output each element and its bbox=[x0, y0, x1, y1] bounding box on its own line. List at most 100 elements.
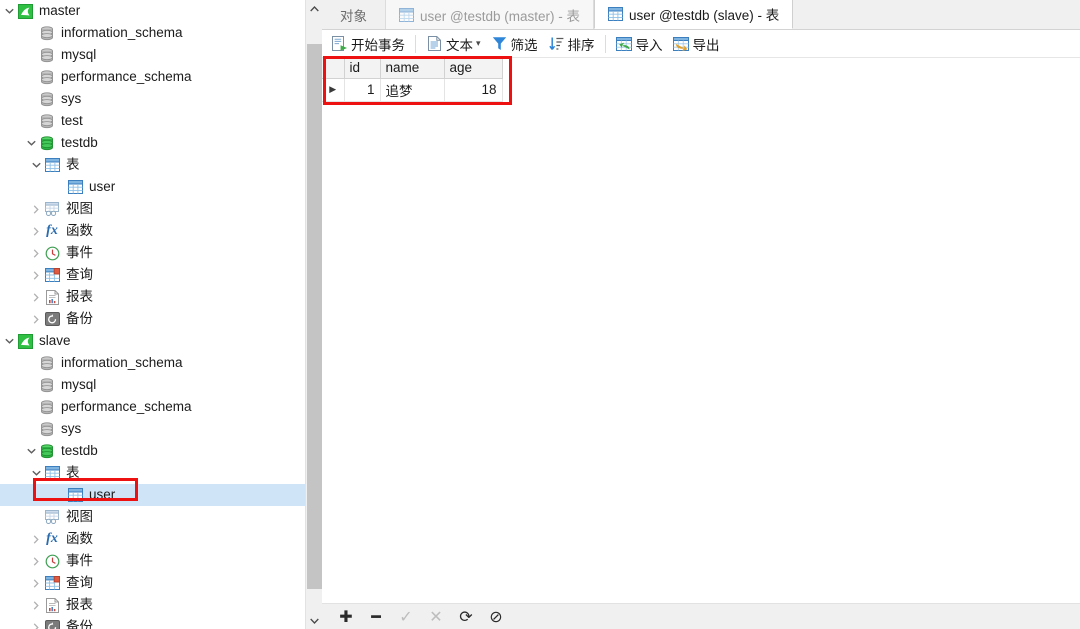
event-icon bbox=[43, 245, 61, 261]
tree-node-事件[interactable]: 事件 bbox=[0, 242, 305, 264]
grid-action-toolbar[interactable]: 开始事务 文本 ▾ 筛选 排序 导入 导出 bbox=[322, 30, 1080, 57]
sidebar-scrollbar[interactable] bbox=[305, 0, 323, 629]
tree-node-报表[interactable]: 报表 bbox=[0, 286, 305, 308]
twisty-right-icon[interactable] bbox=[29, 204, 43, 214]
grid-body[interactable]: ▶ 1 追梦 18 bbox=[322, 78, 503, 102]
twisty-down-icon[interactable] bbox=[24, 448, 38, 454]
cancel-icon: ✕ bbox=[429, 608, 443, 626]
twisty-right-icon[interactable] bbox=[29, 622, 43, 629]
remove-icon[interactable]: ━ bbox=[365, 606, 387, 628]
tab-label: user @testdb (slave) - 表 bbox=[629, 8, 780, 23]
stop-icon[interactable]: ⊘ bbox=[485, 606, 507, 628]
database-icon bbox=[38, 25, 56, 41]
database-icon bbox=[38, 355, 56, 371]
grid-column-header-age[interactable]: age bbox=[444, 58, 503, 79]
table-folder-icon bbox=[43, 465, 61, 481]
tree-node-查询[interactable]: 查询 bbox=[0, 264, 305, 286]
twisty-right-icon[interactable] bbox=[29, 578, 43, 588]
filter-icon bbox=[491, 36, 508, 52]
tree-node-performance_schema[interactable]: performance_schema bbox=[0, 66, 305, 88]
tree-node-表[interactable]: 表 bbox=[0, 154, 305, 176]
grid-column-header-name[interactable]: name bbox=[380, 58, 445, 79]
tree-node-master[interactable]: master bbox=[0, 0, 305, 22]
twisty-right-icon[interactable] bbox=[29, 534, 43, 544]
twisty-right-icon[interactable] bbox=[29, 270, 43, 280]
row-marker-icon[interactable]: ▶ bbox=[322, 78, 345, 102]
twisty-right-icon[interactable] bbox=[29, 314, 43, 324]
twisty-right-icon[interactable] bbox=[29, 292, 43, 302]
database-icon bbox=[38, 69, 56, 85]
tree-node-test[interactable]: test bbox=[0, 110, 305, 132]
tree-node-函数[interactable]: fx 函数 bbox=[0, 220, 305, 242]
toolbar-button-文本[interactable]: 文本 ▾ bbox=[421, 32, 486, 56]
twisty-down-icon[interactable] bbox=[29, 470, 43, 476]
record-navigation-toolbar[interactable]: ✚ ━ ✓ ✕ ⟳ ⊘ bbox=[322, 603, 1080, 629]
toolbar-button-开始事务[interactable]: 开始事务 bbox=[326, 32, 410, 56]
tree-node-label: performance_schema bbox=[61, 69, 192, 84]
tab-objects-0[interactable]: 对象 bbox=[322, 0, 385, 29]
tree-node-performance_schema[interactable]: performance_schema bbox=[0, 396, 305, 418]
twisty-down-icon[interactable] bbox=[29, 162, 43, 168]
tree-node-information_schema[interactable]: information_schema bbox=[0, 352, 305, 374]
twisty-right-icon[interactable] bbox=[29, 248, 43, 258]
sort-icon bbox=[548, 36, 565, 52]
tree-node-视图[interactable]: 视图 bbox=[0, 198, 305, 220]
tree-node-备份[interactable]: 备份 bbox=[0, 616, 305, 629]
tree-node-label: slave bbox=[39, 333, 71, 348]
tree-node-sys[interactable]: sys bbox=[0, 418, 305, 440]
tree-node-label: 视图 bbox=[66, 201, 93, 216]
toolbar-separator bbox=[415, 34, 416, 53]
tree-node-label: mysql bbox=[61, 47, 97, 62]
text-icon bbox=[426, 36, 443, 52]
grid-column-header-id[interactable]: id bbox=[344, 58, 381, 79]
chevron-down-icon[interactable]: ▾ bbox=[476, 38, 481, 49]
toolbar-button-排序[interactable]: 排序 bbox=[543, 32, 600, 56]
refresh-icon[interactable]: ⟳ bbox=[455, 606, 477, 628]
add-icon[interactable]: ✚ bbox=[335, 606, 357, 628]
tree-node-slave[interactable]: slave bbox=[0, 330, 305, 352]
twisty-down-icon[interactable] bbox=[2, 338, 16, 344]
twisty-down-icon[interactable] bbox=[24, 140, 38, 146]
tree-node-user[interactable]: user bbox=[0, 484, 305, 506]
grid-corner-cell[interactable] bbox=[322, 58, 345, 79]
grid-row[interactable]: ▶ 1 追梦 18 bbox=[322, 78, 503, 102]
tree-node-testdb[interactable]: testdb bbox=[0, 132, 305, 154]
twisty-right-icon[interactable] bbox=[29, 600, 43, 610]
twisty-right-icon[interactable] bbox=[29, 226, 43, 236]
scroll-down-arrow-icon[interactable] bbox=[306, 612, 323, 629]
query-icon bbox=[43, 267, 61, 283]
tree-node-testdb[interactable]: testdb bbox=[0, 440, 305, 462]
tab-table-1[interactable]: user @testdb (master) - 表 bbox=[385, 0, 594, 29]
tree-node-视图[interactable]: 视图 bbox=[0, 506, 305, 528]
database-active-icon bbox=[38, 443, 56, 459]
tree-node-查询[interactable]: 查询 bbox=[0, 572, 305, 594]
sidebar-scrollbar-thumb[interactable] bbox=[307, 44, 322, 589]
backup-icon bbox=[43, 311, 61, 327]
grid-cell-age[interactable]: 18 bbox=[444, 78, 503, 102]
data-grid[interactable]: id name age ▶ 1 追梦 18 bbox=[322, 58, 503, 102]
tab-bar[interactable]: 对象 user @testdb (master) - 表 user @testdb … bbox=[322, 0, 1080, 30]
twisty-right-icon[interactable] bbox=[29, 556, 43, 566]
tree-node-报表[interactable]: 报表 bbox=[0, 594, 305, 616]
tree-node-函数[interactable]: fx 函数 bbox=[0, 528, 305, 550]
tab-table-2[interactable]: user @testdb (slave) - 表 bbox=[594, 0, 794, 29]
toolbar-button-导入[interactable]: 导入 bbox=[611, 32, 668, 56]
twisty-down-icon[interactable] bbox=[2, 8, 16, 14]
tree-node-sys[interactable]: sys bbox=[0, 88, 305, 110]
tree-node-label: 备份 bbox=[66, 619, 93, 629]
data-grid-container[interactable]: id name age ▶ 1 追梦 18 bbox=[322, 57, 1080, 603]
toolbar-button-筛选[interactable]: 筛选 bbox=[486, 32, 543, 56]
object-tree-sidebar[interactable]: master information_schema mysql performance… bbox=[0, 0, 305, 629]
grid-cell-name[interactable]: 追梦 bbox=[380, 78, 445, 102]
tree-node-mysql[interactable]: mysql bbox=[0, 374, 305, 396]
tree-node-备份[interactable]: 备份 bbox=[0, 308, 305, 330]
scroll-up-arrow-icon[interactable] bbox=[306, 0, 323, 17]
table-icon bbox=[66, 487, 84, 503]
toolbar-button-导出[interactable]: 导出 bbox=[668, 32, 725, 56]
grid-cell-id[interactable]: 1 bbox=[344, 78, 381, 102]
tree-node-user[interactable]: user bbox=[0, 176, 305, 198]
tree-node-事件[interactable]: 事件 bbox=[0, 550, 305, 572]
tree-node-表[interactable]: 表 bbox=[0, 462, 305, 484]
tree-node-information_schema[interactable]: information_schema bbox=[0, 22, 305, 44]
tree-node-mysql[interactable]: mysql bbox=[0, 44, 305, 66]
